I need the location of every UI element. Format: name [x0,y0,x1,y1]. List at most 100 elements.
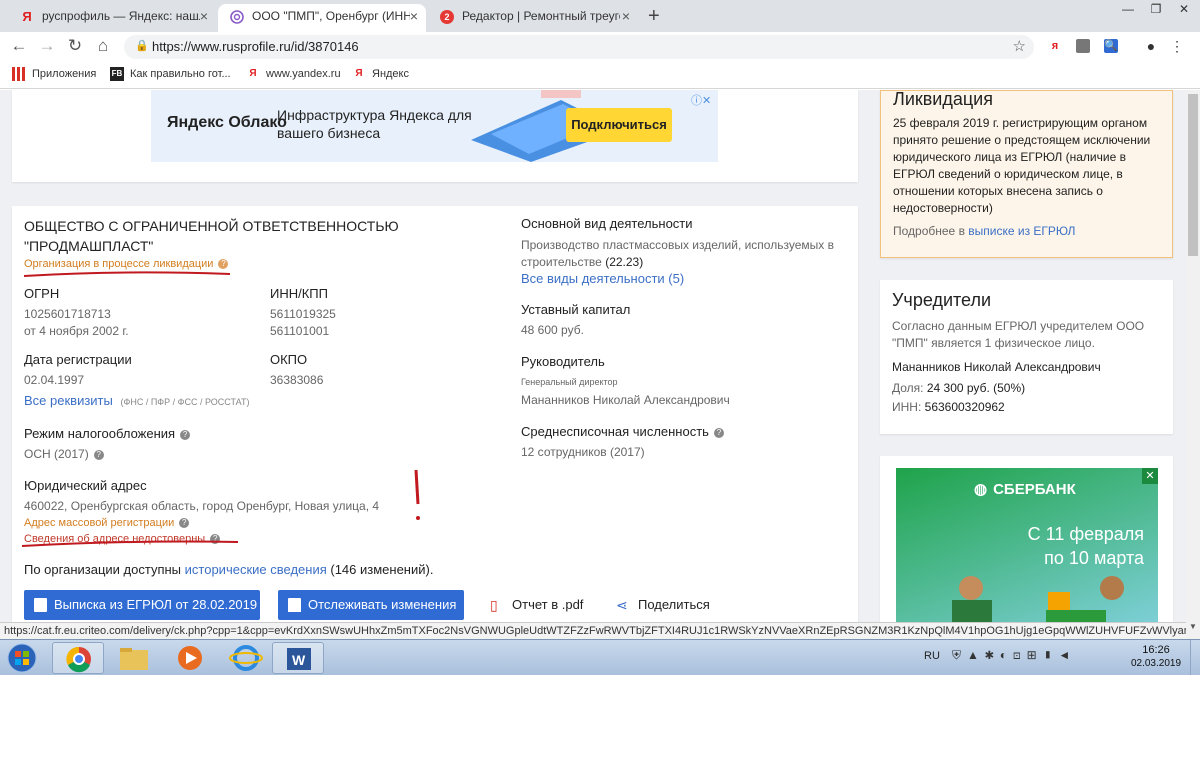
sber-brand-text: СБЕРБАНК [993,481,1076,498]
ad-brand: Яндекс Облако [167,114,287,131]
bookmark-apps[interactable]: Приложения [12,67,96,81]
tab-editor[interactable]: 2 Редактор | Ремонтный треугол × [428,4,638,32]
extension-icon[interactable] [1076,39,1090,53]
taskbar-media-player[interactable] [164,642,216,674]
tray-icons[interactable]: ⛨▲✱◐⊡⊞▮◄ [952,648,1092,666]
sber-ad[interactable]: ◍ СБЕРБАНК С 11 февраля по 10 марта ✕ [896,468,1158,622]
sber-line1: С 11 февраля [1027,524,1144,544]
reload-icon[interactable]: ↻ [64,36,86,56]
url-text[interactable]: https://www.rusprofile.ru/id/3870146 [152,39,359,54]
svg-text:W: W [292,652,306,668]
ad-text: Инфраструктура Яндекса для вашего бизнес… [277,107,472,141]
lock-icon: 🔒 [135,40,149,52]
address-bar[interactable]: 🔒 https://www.rusprofile.ru/id/3870146 ☆ [124,35,1034,59]
blank-area [0,675,1200,765]
liquidation-more-link[interactable]: выписке из ЕГРЮЛ [968,224,1075,238]
yandex-icon: Я [355,68,363,79]
window-close-button[interactable]: ✕ [1170,0,1198,20]
company-card: ОБЩЕСТВО С ОГРАНИЧЕННОЙ ОТВЕТСТВЕННОСТЬЮ… [12,206,858,622]
windows-start-icon [7,643,37,673]
founder-name[interactable]: Мананников Николай Александрович [892,360,1101,374]
new-tab-button[interactable]: + [648,5,660,28]
home-icon[interactable]: ⌂ [92,36,114,56]
yandex-extension-icon[interactable]: я [1048,39,1062,53]
liquidation-title: Ликвидация [893,90,993,109]
back-icon[interactable]: ← [8,36,30,56]
fb-icon: FB [110,67,124,81]
show-desktop-button[interactable] [1190,640,1200,675]
yandex-icon: Я [249,68,257,79]
inn-value: 563600320962 [924,400,1005,414]
liquidation-text: 25 февраля 2019 г. регистрирующим органо… [893,116,1151,215]
taskbar-word[interactable]: W [272,642,324,674]
status-url: https://cat.fr.eu.criteo.com/delivery/ck… [0,622,1186,639]
sber-brand: ◍ СБЕРБАНК [974,480,1076,498]
inn-label: ИНН: [892,400,922,414]
sber-ad-card: ◍ СБЕРБАНК С 11 февраля по 10 марта ✕ [880,456,1173,622]
start-button[interactable] [2,642,42,674]
bookmark-star-icon[interactable]: ☆ [1013,37,1026,55]
share-label: Доля: [892,381,924,395]
tab-title: Редактор | Ремонтный треугол [462,9,620,23]
liquidation-more-pre: Подробнее в [893,224,965,238]
close-icon[interactable]: × [410,4,418,28]
founder-share: Доля: 24 300 руб. (50%) [892,381,1025,395]
founders-title: Учредители [892,290,992,310]
yandex-cloud-ad[interactable]: Яндекс Облако Инфраструктура Яндекса для… [151,90,718,162]
taskbar-chrome[interactable] [52,642,104,674]
language-indicator[interactable]: RU [924,650,940,662]
sber-logo-icon: ◍ [974,481,988,498]
bookmark-yandex[interactable]: Я Яндекс [352,67,409,81]
founder-inn: ИНН: 563600320962 [892,400,1005,414]
ad-close-icon[interactable]: ⓘ✕ [691,92,711,108]
media-player-icon [178,646,202,670]
taskbar-explorer[interactable] [108,642,160,674]
share-value: 24 300 руб. (50%) [926,381,1026,395]
folder-icon [120,648,148,670]
internet-explorer-icon [229,645,263,671]
liquidation-card: Ликвидация 25 февраля 2019 г. регистриру… [880,90,1173,258]
scroll-down-icon[interactable]: ▼ [1186,622,1200,639]
tab-title: ООО "ПМП", Оренбург (ИНН 56 [252,9,410,23]
page-content: Яндекс Облако Инфраструктура Яндекса для… [0,90,1186,622]
chrome-icon [66,646,91,673]
taskbar-ie[interactable] [220,642,272,674]
close-icon[interactable]: × [200,4,208,28]
tab-title: руспрофиль — Яндекс: нашлось [42,9,200,23]
ad-connect-button[interactable]: Подключиться [566,108,672,142]
page-scrollbar[interactable] [1186,90,1200,622]
bookmarks-bar: Приложения FB Как правильно гот... Яwww.y… [0,61,1200,89]
bookmark-yandex-www[interactable]: Яwww.yandex.ru [246,67,341,81]
bookmark-label: Приложения [32,67,97,80]
search-extension-icon[interactable]: 🔍 [1104,39,1118,53]
founders-text: Согласно данным ЕГРЮЛ учредителем ООО "П… [892,319,1145,350]
browser-toolbar: ← → ↻ ⌂ 🔒 https://www.rusprofile.ru/id/3… [0,32,1200,61]
tab-rusprofile[interactable]: ООО "ПМП", Оренбург (ИНН 56 × [218,4,426,32]
ad-close-icon[interactable]: ✕ [1142,468,1158,484]
clock-date[interactable]: 02.03.2019 [1126,658,1186,669]
windows-taskbar: W RU ⛨▲✱◐⊡⊞▮◄ 16:26 02.03.2019 [0,639,1200,675]
bookmark-fb[interactable]: FB Как правильно гот... [110,67,231,81]
founders-card: Учредители Согласно данным ЕГРЮЛ учредит… [880,280,1173,434]
restore-button[interactable]: ❐ [1142,0,1170,20]
minimize-button[interactable]: — [1114,0,1142,20]
rusprofile-icon [230,10,244,24]
liquidation-more: Подробнее в выписке из ЕГРЮЛ [893,224,1075,238]
yandex-icon: Я [22,9,32,24]
hand-annotations [21,271,420,547]
close-icon[interactable]: × [622,4,630,28]
ad-card: Яндекс Облако Инфраструктура Яндекса для… [12,90,858,182]
forward-icon[interactable]: → [36,36,58,56]
scrollbar-thumb[interactable] [1188,94,1198,256]
profile-icon[interactable]: ● [1144,39,1158,53]
bookmark-label: Яндекс [372,67,409,80]
word-icon: W [287,648,311,670]
sber-line2: по 10 марта [1044,548,1144,568]
tab-yandex-search[interactable]: Я руспрофиль — Яндекс: нашлось × [8,4,216,32]
ad-people-icon [952,576,1124,622]
menu-icon[interactable]: ⋮ [1170,39,1184,53]
bookmark-label: Как правильно гот... [130,67,231,80]
bookmark-label: www.yandex.ru [266,67,341,80]
notification-badge-icon: 2 [440,10,454,24]
clock-time[interactable]: 16:26 [1128,644,1184,656]
